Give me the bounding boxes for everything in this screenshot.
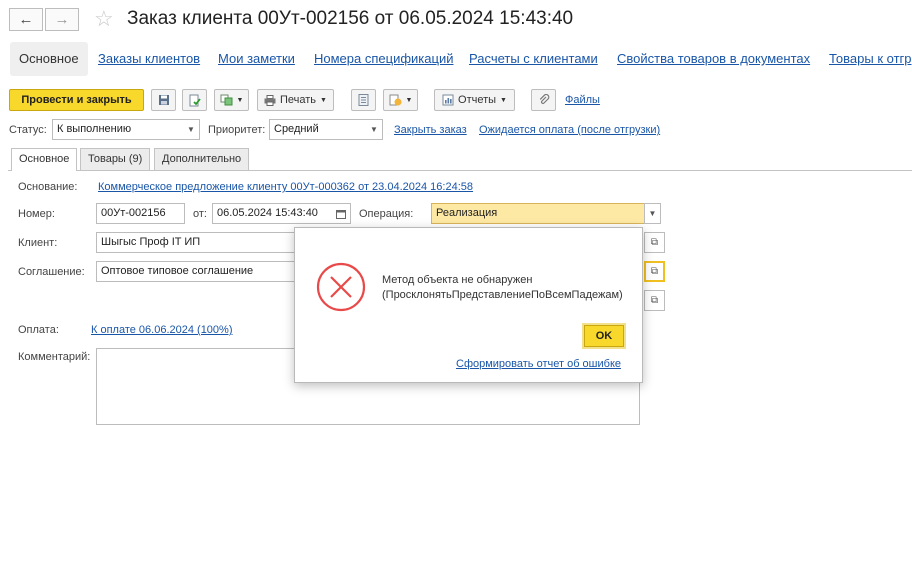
client-open-button[interactable]: ⧉ [644,232,665,253]
number-label: Номер: [18,208,55,220]
journal-icon [358,94,369,106]
section-client-orders[interactable]: Заказы клиентов [98,42,200,76]
error-message-line1: Метод объекта не обнаружен [382,274,533,286]
agreement-input[interactable]: Оптовое типовое соглашение [96,261,296,282]
section-spec-numbers[interactable]: Номера спецификаций [314,42,453,76]
forward-button[interactable]: → [45,8,79,31]
calendar-button[interactable] [331,203,351,224]
section-client-settlements[interactable]: Расчеты с клиентами [469,42,598,76]
save-button[interactable] [151,89,176,111]
basis-link[interactable]: Коммерческое предложение клиенту 00Ут-00… [98,181,473,193]
status-dropdown-button[interactable]: ▼ [183,119,200,140]
calendar-icon [335,209,346,219]
paperclip-icon [539,94,549,104]
awaiting-payment-link[interactable]: Ожидается оплата (после отгрузки) [479,124,660,136]
extra-open-button[interactable]: ⧉ [644,290,665,311]
section-main[interactable]: Основное [10,42,88,76]
form-tab-additional[interactable]: Дополнительно [154,148,250,170]
priority-dropdown-button[interactable]: ▼ [366,119,383,140]
post-button[interactable] [182,89,207,111]
dropdown-arrow-icon: ▼ [500,96,507,104]
error-report-link[interactable]: Сформировать отчет об ошибке [456,358,621,370]
error-message-line2: (ПросклонятьПредставлениеПоВсемПадежам) [382,289,623,301]
priority-select[interactable]: Средний [269,119,367,140]
print-button[interactable]: Печать ▼ [257,89,334,111]
back-arrow-icon: ← [18,11,34,28]
date-from-label: от: [193,208,207,220]
comment-label: Комментарий: [18,351,91,363]
open-form-icon: ⧉ [650,295,659,306]
basis-label: Основание: [18,181,78,193]
chevron-down-icon: ▼ [370,125,378,134]
section-item-properties[interactable]: Свойства товаров в документах [617,42,810,76]
number-input[interactable]: 00Ут-002156 [96,203,185,224]
date-input[interactable]: 06.05.2024 15:43:40 [212,203,332,224]
status-label: Статус: [9,124,47,136]
section-my-notes[interactable]: Мои заметки [218,42,295,76]
operation-select[interactable]: Реализация [431,203,645,224]
reports-button[interactable]: Отчеты ▼ [434,89,515,111]
payment-label: Оплата: [18,324,59,336]
files-link[interactable]: Файлы [565,94,600,106]
client-label: Клиент: [18,237,58,249]
agreement-open-button[interactable]: ⧉ [644,261,665,282]
ok-button[interactable]: OK [582,323,626,349]
dropdown-arrow-icon: ▼ [236,96,244,104]
error-dialog: Метод объекта не обнаружен (ПросклонятьП… [294,227,643,383]
save-icon [158,95,169,105]
chevron-down-icon: ▼ [648,209,657,218]
document-journal-button[interactable] [351,89,376,111]
forward-arrow-icon: → [54,11,70,28]
structure-button[interactable]: ▼ [383,89,418,111]
operation-dropdown-button[interactable]: ▼ [644,203,661,224]
tab-divider [8,170,912,171]
tab-divider-mask [12,170,76,171]
close-order-link[interactable]: Закрыть заказ [394,124,467,136]
window-title: Заказ клиента 00Ут-002156 от 06.05.2024 … [127,8,574,29]
post-document-icon [189,94,201,106]
printer-icon [264,94,276,106]
reports-label: Отчеты [458,94,497,106]
attach-button[interactable] [531,89,556,111]
operation-label: Операция: [359,208,414,220]
agreement-label: Соглашение: [18,266,85,278]
error-icon [316,262,366,312]
form-tab-main[interactable]: Основное [11,148,78,171]
status-select[interactable]: К выполнению [52,119,184,140]
reports-icon [442,94,454,106]
chevron-down-icon: ▼ [187,125,195,134]
open-form-icon: ⧉ [650,266,659,277]
payment-link[interactable]: К оплате 06.06.2024 (100%) [91,324,233,336]
post-and-close-button[interactable]: Провести и закрыть [9,89,144,111]
favorite-star-icon[interactable]: ☆ [94,6,114,32]
dropdown-arrow-icon: ▼ [320,96,327,104]
create-based-on-button[interactable]: ▼ [214,89,249,111]
form-tab-goods[interactable]: Товары (9) [80,148,151,170]
dropdown-arrow-icon: ▼ [405,96,413,104]
priority-label: Приоритет: [208,124,266,136]
back-button[interactable]: ← [9,8,43,31]
print-label: Печать [280,94,317,106]
section-items-to-ship[interactable]: Товары к отгр [829,42,912,76]
client-input[interactable]: Шыгыс Проф IT ИП [96,232,296,253]
create-based-on-icon [220,94,233,106]
open-form-icon: ⧉ [650,237,659,248]
structure-icon [389,94,402,106]
